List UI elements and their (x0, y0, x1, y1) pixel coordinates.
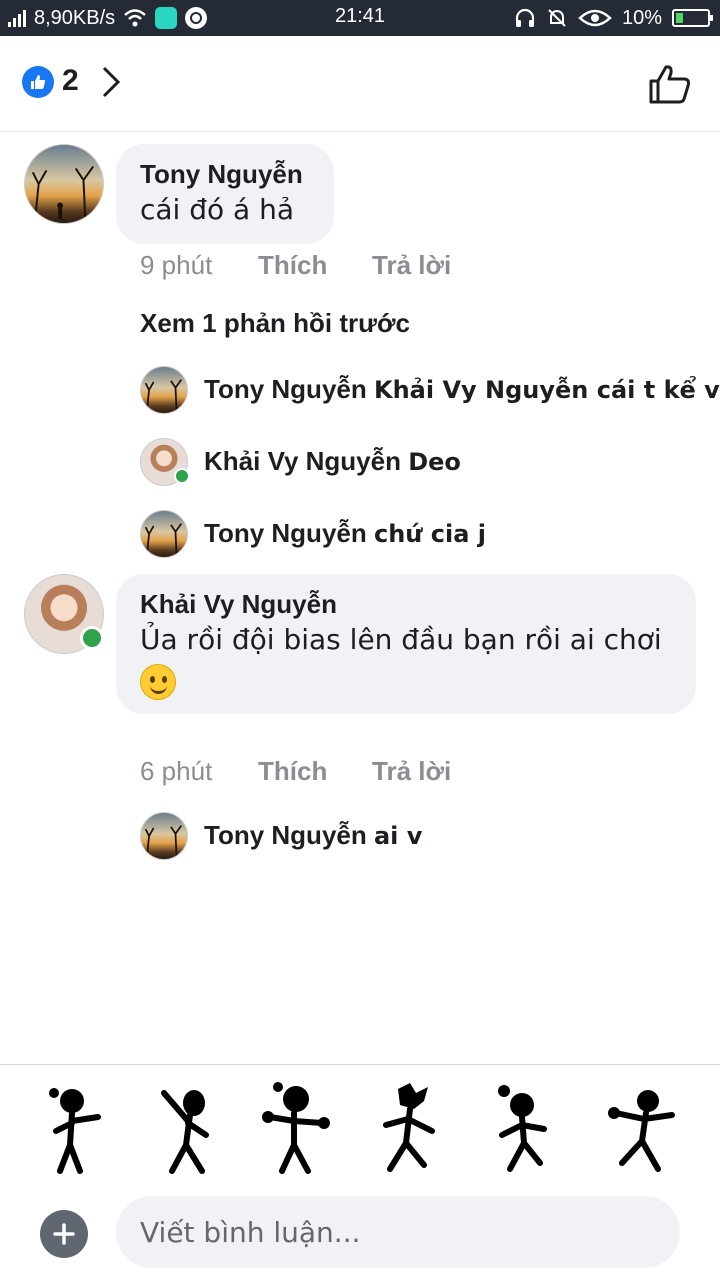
thumbs-up-icon[interactable] (648, 62, 692, 106)
comment-composer (0, 1192, 720, 1280)
like-button[interactable]: Thích (258, 756, 372, 787)
comment-time: 6 phút (140, 756, 213, 786)
plus-icon (53, 1223, 75, 1245)
reply-button[interactable]: Trả lời (372, 756, 486, 787)
comment-input[interactable] (116, 1196, 680, 1268)
reply-author: Khải Vy Nguyễn Deo (204, 446, 461, 476)
reply-text: Khải Vy Nguyễn cái t kể vs... (373, 376, 720, 404)
comment-time: 9 phút (140, 250, 213, 280)
sticker-dancer-icon[interactable] (258, 1079, 338, 1179)
comment-author[interactable]: Tony Nguyễn (140, 158, 310, 190)
comment-actions: 6 phút Thích Trả lời (140, 756, 486, 787)
vpn-icon (185, 7, 208, 29)
wifi-icon (124, 9, 147, 27)
sticker-dancer-icon[interactable] (150, 1079, 230, 1179)
reactions-header: 2 (0, 36, 720, 132)
like-button[interactable]: Thích (258, 250, 372, 281)
headset-icon (515, 8, 535, 27)
sticker-dancer-icon[interactable] (40, 1079, 120, 1179)
status-bar: 8,90KB/s 21:41 10% (0, 0, 720, 36)
signal-icon (8, 9, 26, 27)
battery-percent: 10% (621, 6, 662, 29)
like-badge-icon (22, 66, 54, 98)
sticker-dancer-icon[interactable] (484, 1079, 564, 1179)
comment-author[interactable]: Khải Vy Nguyễn (140, 588, 672, 620)
avatar[interactable] (140, 510, 188, 558)
reply-text: ai v (373, 822, 423, 850)
online-indicator (80, 626, 104, 650)
smile-emoji-icon (140, 664, 176, 700)
comment-actions: 9 phút Thích Trả lời (140, 250, 486, 281)
comment-text: Ủa rồi đội bias lên đầu bạn rồi ai chơi (140, 623, 662, 656)
clock: 21:41 (334, 5, 386, 27)
avatar[interactable] (140, 812, 188, 860)
app-notification-icon (155, 7, 178, 29)
eye-icon (578, 9, 612, 27)
reply-text: chứ cia j (373, 520, 486, 548)
add-attachment-button[interactable] (40, 1210, 88, 1258)
network-speed: 8,90KB/s (34, 6, 116, 29)
sticker-tray (0, 1064, 720, 1192)
sticker-dancer-icon[interactable] (370, 1079, 450, 1179)
avatar[interactable] (140, 366, 188, 414)
sticker-dancer-icon[interactable] (602, 1079, 682, 1179)
comment-bubble[interactable]: Tony Nguyễn cái đó á hả (116, 144, 334, 244)
battery-icon (672, 9, 713, 27)
reply-author: Tony Nguyễn Khải Vy Nguyễn cái t kể vs..… (204, 374, 720, 405)
view-previous-replies[interactable]: Xem 1 phản hồi trước (140, 308, 410, 339)
chevron-right-icon[interactable] (96, 62, 126, 102)
reply-text: Deo (408, 448, 461, 476)
online-indicator (174, 468, 190, 484)
comment-text: cái đó á hả (140, 193, 294, 226)
avatar[interactable] (24, 144, 104, 224)
reply-button[interactable]: Trả lời (372, 250, 486, 281)
mute-bell-icon (548, 9, 566, 27)
reply-author: Tony Nguyễn chứ cia j (204, 518, 486, 548)
reaction-count[interactable]: 2 (62, 64, 79, 98)
comments-sheet: 2 Tony Nguyễn cái đó á hả 9 phút Thích T… (0, 36, 720, 1280)
comment-bubble[interactable]: Khải Vy Nguyễn Ủa rồi đội bias lên đầu b… (116, 574, 696, 714)
reply-author: Tony Nguyễn ai v (204, 820, 423, 850)
